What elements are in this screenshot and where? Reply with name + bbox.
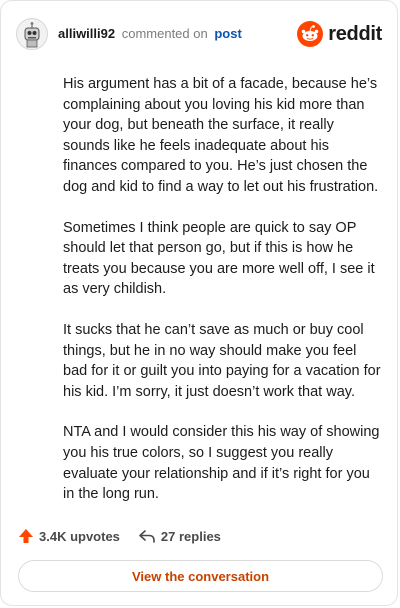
- comment-actions: 3.4K upvotes 27 replies: [18, 525, 239, 547]
- comment-meta: alliwilli92 commented on post: [58, 26, 242, 42]
- comment-paragraph: Sometimes I think people are quick to sa…: [63, 219, 375, 298]
- reply-arrow-icon: [139, 530, 155, 543]
- robot-avatar-icon: [24, 22, 40, 48]
- username[interactable]: alliwilli92: [58, 26, 115, 41]
- reddit-brand[interactable]: reddit: [297, 21, 382, 47]
- action-text: commented on: [121, 26, 208, 41]
- post-link[interactable]: post: [214, 26, 241, 41]
- comment-body: His argument has a bit of a facade, beca…: [63, 74, 383, 525]
- replies-button[interactable]: 27 replies: [138, 528, 221, 544]
- upvote-count: 3.4K upvotes: [39, 528, 120, 544]
- upvote-button[interactable]: 3.4K upvotes: [18, 528, 120, 544]
- comment-header: alliwilli92 commented on post reddit: [16, 17, 382, 51]
- upvote-arrow-icon: [19, 529, 33, 543]
- avatar[interactable]: [16, 18, 48, 50]
- reddit-wordmark: reddit: [328, 22, 382, 45]
- view-conversation-label: View the conversation: [131, 568, 270, 584]
- comment-paragraph: It sucks that he can’t save as much or b…: [63, 321, 381, 400]
- comment-paragraph: His argument has a bit of a facade, beca…: [63, 76, 379, 195]
- comment-card: alliwilli92 commented on post reddit His…: [0, 0, 398, 606]
- view-conversation-button[interactable]: View the conversation: [18, 560, 383, 592]
- comment-paragraph: NTA and I would consider this his way of…: [63, 424, 380, 503]
- reply-count: 27 replies: [160, 528, 221, 544]
- reddit-snoo-icon: [297, 21, 324, 47]
